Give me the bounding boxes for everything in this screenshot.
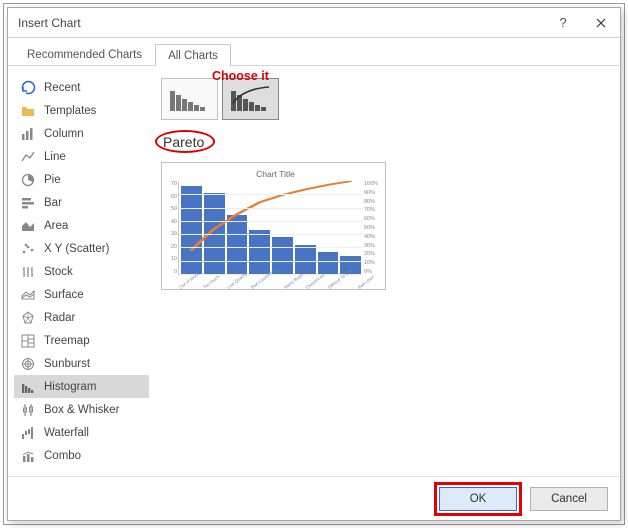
sidebar-item-label: Recent [44,82,80,94]
dialog-insert-chart: Insert Chart ? Recommended Charts All Ch… [7,7,621,521]
recent-icon [20,80,36,96]
scatter-icon [20,241,36,257]
titlebar: Insert Chart ? [8,8,620,38]
box-whisker-icon [20,402,36,418]
surface-icon [20,287,36,303]
axis-left: 706050403020100 [165,181,177,275]
sidebar-item-label: Waterfall [44,427,89,439]
sidebar-item-label: Treemap [44,335,90,347]
sidebar-item-combo[interactable]: Combo [14,444,149,467]
bar [295,245,316,274]
line-icon [20,149,36,165]
sidebar-item-line[interactable]: Line [14,145,149,168]
subtype-pareto[interactable] [222,78,279,120]
sidebar-item-radar[interactable]: Radar [14,306,149,329]
sidebar-item-sunburst[interactable]: Sunburst [14,352,149,375]
sidebar-item-label: Stock [44,266,73,278]
sidebar-item-label: Radar [44,312,75,324]
combo-icon [20,448,36,464]
tab-recommended[interactable]: Recommended Charts [14,43,155,65]
category-label: Overpriced [305,272,325,289]
treemap-icon [20,333,36,349]
sidebar-item-label: X Y (Scatter) [44,243,109,255]
sidebar-item-column[interactable]: Column [14,122,149,145]
sidebar-item-label: Histogram [44,381,96,393]
templates-icon [20,103,36,119]
chart-title: Chart Title [176,169,375,179]
cancel-button[interactable]: Cancel [530,487,608,511]
chart-preview[interactable]: Chart Title 706050403020100 100%90%80%70… [161,162,386,290]
sidebar-item-stock[interactable]: Stock [14,260,149,283]
annotation-ok-highlight: OK [434,482,522,516]
sunburst-icon [20,356,36,372]
footer: OK Cancel [8,476,620,520]
subtype-row [161,78,610,120]
sidebar-item-label: Pie [44,174,61,186]
sidebar-item-area[interactable]: Area [14,214,149,237]
close-button[interactable] [582,8,620,37]
sidebar-item-bar[interactable]: Bar [14,191,149,214]
annotation-text: Choose it [212,69,269,83]
sidebar-item-label: Surface [44,289,84,301]
histogram-icon [20,379,36,395]
main-panel: Choose it Pareto Chart Title 70605040302… [149,76,610,474]
dialog-title: Insert Chart [18,16,544,30]
tab-bar: Recommended Charts All Charts [8,38,620,66]
sidebar-item-label: Column [44,128,84,140]
plot-area [178,181,363,275]
pie-icon [20,172,36,188]
sidebar-item-surface[interactable]: Surface [14,283,149,306]
axis-right: 100%90%80%70%60%50%40%30%20%10%0% [364,181,382,275]
sidebar-item-scatter[interactable]: X Y (Scatter) [14,237,149,260]
bar [249,230,270,274]
sidebar-item-pie[interactable]: Pie [14,168,149,191]
ok-button[interactable]: OK [439,487,517,511]
close-icon [596,18,606,28]
subtype-histogram-icon [166,83,214,115]
sidebar-item-label: Bar [44,197,62,209]
bar-icon [20,195,36,211]
bar [318,252,339,274]
help-button[interactable]: ? [544,8,582,37]
subtype-pareto-icon [227,83,275,115]
chart-subtitle: Pareto [163,134,204,150]
sidebar-item-templates[interactable]: Templates [14,99,149,122]
sidebar-item-recent[interactable]: Recent [14,76,149,99]
sidebar-item-label: Box & Whisker [44,404,119,416]
area-icon [20,218,36,234]
sidebar-item-label: Templates [44,105,96,117]
sidebar-item-label: Area [44,220,68,232]
sidebar-item-label: Combo [44,450,81,462]
sidebar-item-histogram[interactable]: Histogram [14,375,149,398]
sidebar-item-label: Line [44,151,66,163]
subtype-histogram[interactable] [161,78,218,120]
sidebar-item-waterfall[interactable]: Waterfall [14,421,149,444]
bar [227,215,248,274]
sidebar: Recent Templates Column Line Pie Bar [14,76,149,474]
waterfall-icon [20,425,36,441]
column-icon [20,126,36,142]
sidebar-item-box-whisker[interactable]: Box & Whisker [14,398,149,421]
sidebar-item-treemap[interactable]: Treemap [14,329,149,352]
stock-icon [20,264,36,280]
sidebar-item-label: Sunburst [44,358,90,370]
tab-all-charts[interactable]: All Charts [155,44,231,66]
category-labels: Out of stockToo much…Low QualityBad Cust… [178,282,363,291]
radar-icon [20,310,36,326]
